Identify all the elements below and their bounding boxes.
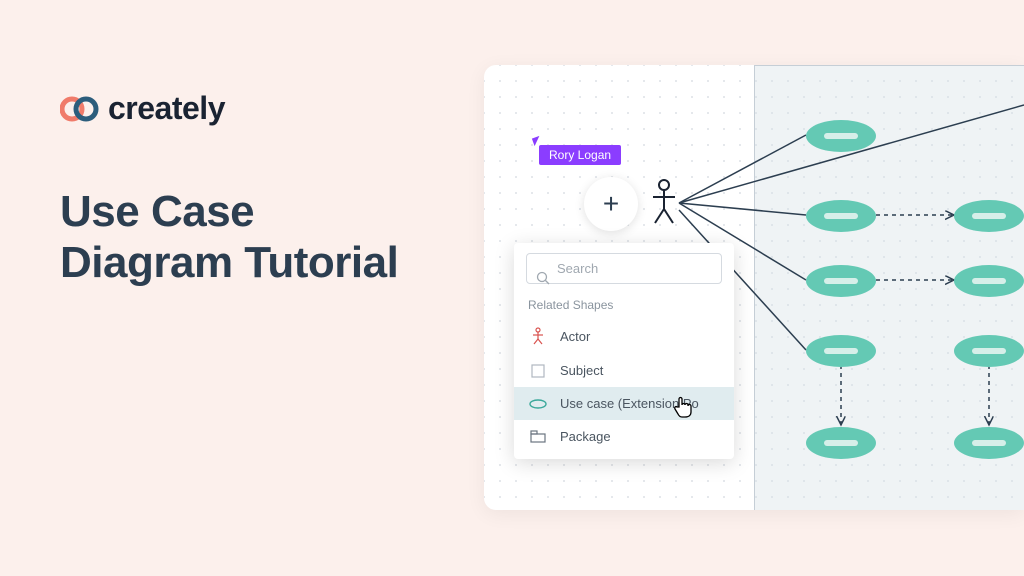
actor-shape-icon (528, 327, 548, 345)
package-shape-icon (528, 430, 548, 443)
page-title: Use CaseDiagram Tutorial (60, 187, 398, 288)
usecase-shape-icon (528, 399, 548, 409)
shape-option-subject[interactable]: Subject (514, 354, 734, 387)
shape-label: Subject (560, 363, 603, 378)
logo-icon (60, 95, 100, 123)
use-case-node[interactable] (954, 200, 1024, 232)
actor-icon[interactable] (649, 177, 679, 227)
brand-name: creately (108, 90, 225, 127)
use-case-node[interactable] (806, 120, 876, 152)
brand-logo: creately (60, 90, 398, 127)
shape-picker-popup: Related Shapes Actor Subject Use case (E… (514, 243, 734, 459)
search-input[interactable] (526, 253, 722, 284)
use-case-node[interactable] (954, 335, 1024, 367)
subject-shape-icon (528, 364, 548, 378)
related-shapes-label: Related Shapes (514, 292, 734, 318)
shape-label: Package (560, 429, 611, 444)
shape-label: Actor (560, 329, 590, 344)
shape-option-usecase-ext[interactable]: Use case (Extension Po (514, 387, 734, 420)
use-case-node[interactable] (806, 200, 876, 232)
shape-label: Use case (Extension Po (560, 396, 699, 411)
use-case-node[interactable] (806, 335, 876, 367)
use-case-node[interactable] (954, 265, 1024, 297)
diagram-canvas[interactable]: Rory Logan + Related Shapes Actor (484, 65, 1024, 510)
shape-option-package[interactable]: Package (514, 420, 734, 453)
use-case-node[interactable] (806, 427, 876, 459)
shape-option-actor[interactable]: Actor (514, 318, 734, 354)
use-case-node[interactable] (806, 265, 876, 297)
add-shape-button[interactable]: + (584, 177, 638, 231)
use-case-node[interactable] (954, 427, 1024, 459)
collaborator-tag: Rory Logan (539, 145, 621, 165)
